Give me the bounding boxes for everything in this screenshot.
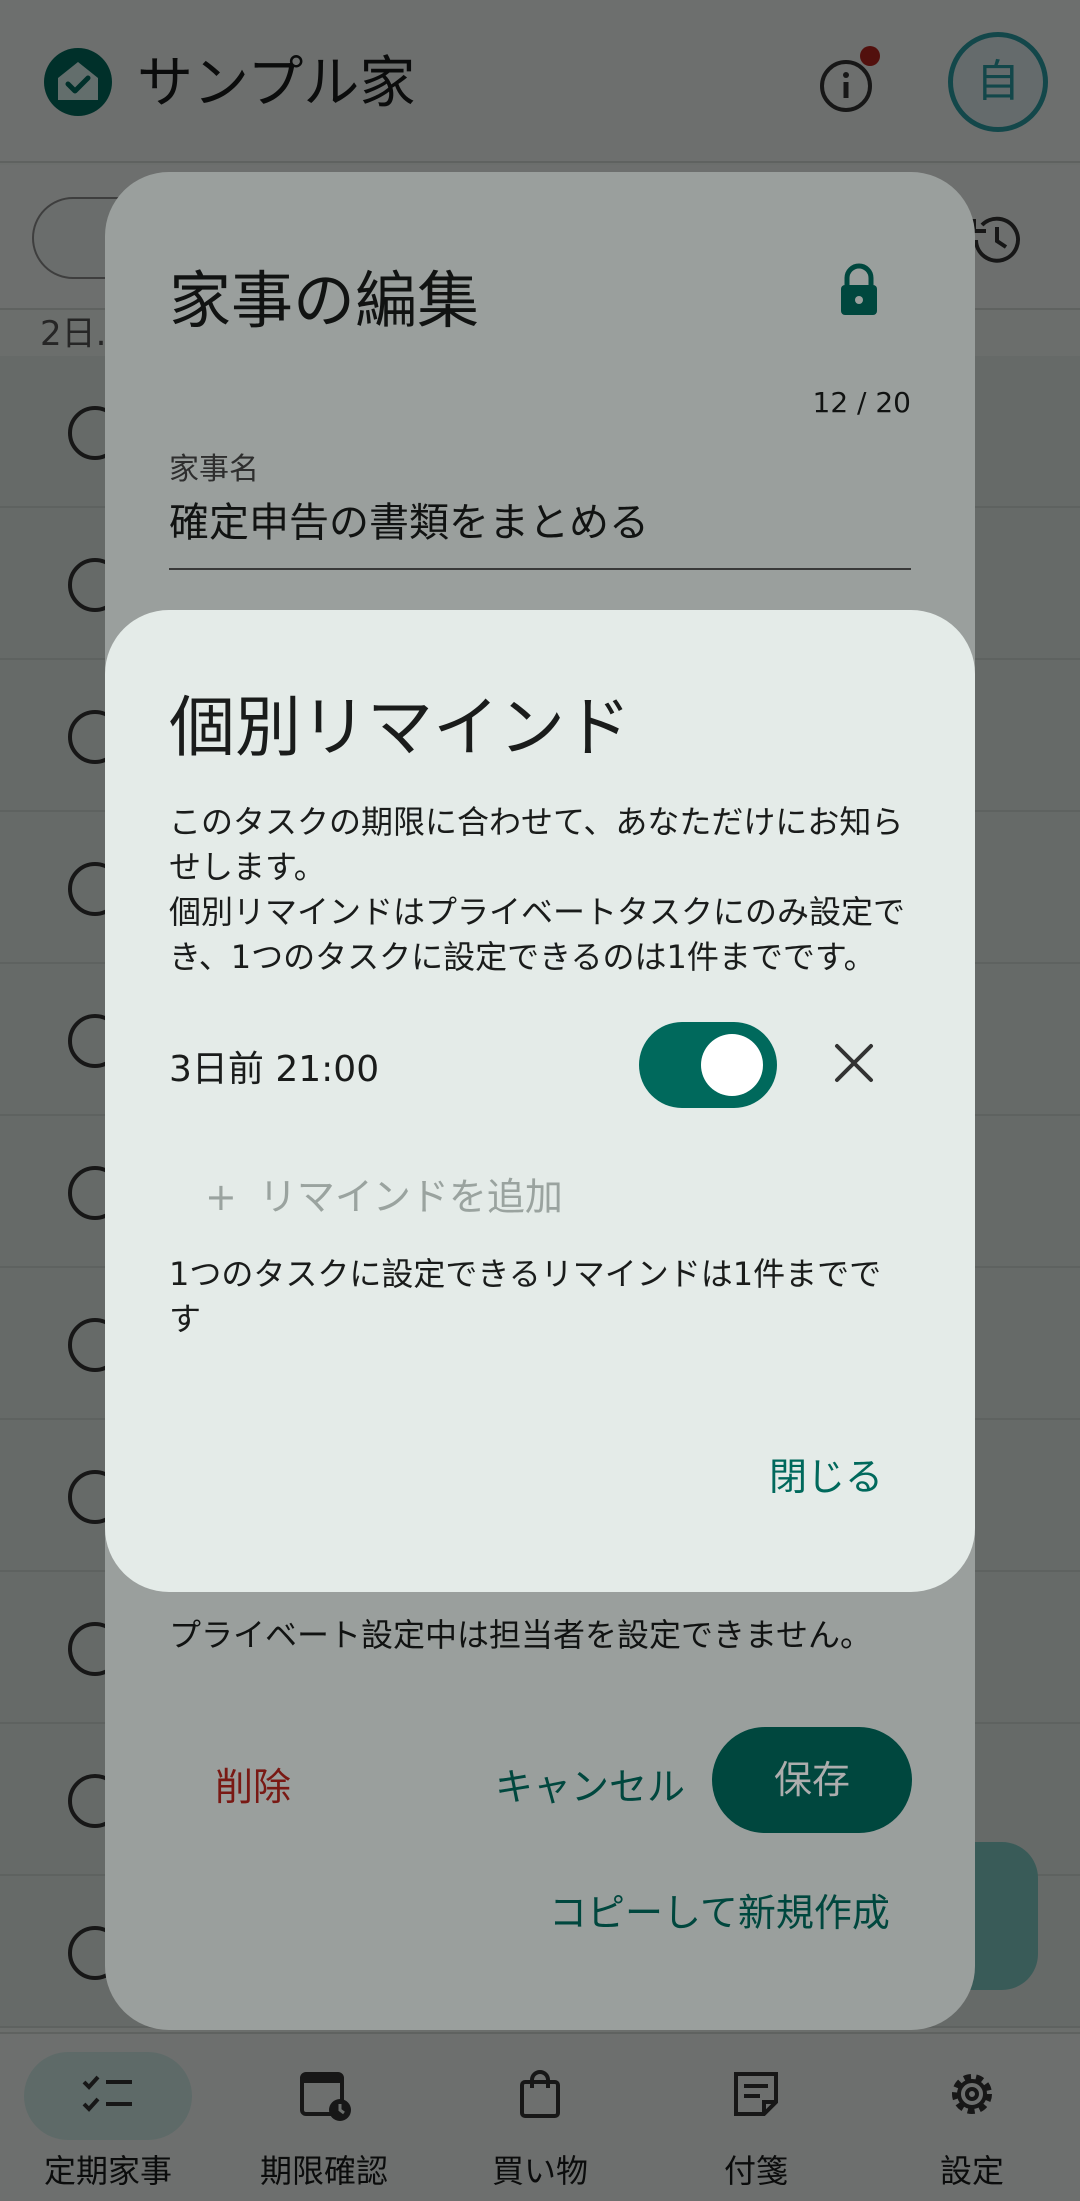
add-reminder-button[interactable]: + リマインドを追加 — [205, 1166, 563, 1221]
remind-description: このタスクの期限に合わせて、あなただけにお知らせします。 個別リマインドはプライ… — [169, 800, 929, 980]
limit-note: 1つのタスクに設定できるリマインドは1件までです — [169, 1255, 882, 1338]
dialog-title: 個別リマインド — [169, 689, 631, 766]
close-icon[interactable] — [823, 1032, 885, 1094]
reminder-toggle[interactable] — [639, 1022, 777, 1108]
toggle-knob — [701, 1034, 763, 1096]
add-reminder-label: リマインドを追加 — [258, 1175, 563, 1219]
description-line: 個別リマインドはプライベートタスクにのみ設定でき、1つのタスクに設定できるのは1… — [169, 893, 906, 976]
plus-icon: + — [205, 1175, 237, 1219]
close-button[interactable]: 閉じる — [769, 1446, 883, 1501]
reminder-time[interactable]: 3日前 21:00 — [169, 1040, 379, 1092]
description-line: このタスクの期限に合わせて、あなただけにお知らせします。 — [169, 803, 904, 886]
individual-remind-dialog: 個別リマインド このタスクの期限に合わせて、あなただけにお知らせします。 個別リ… — [105, 610, 975, 1592]
